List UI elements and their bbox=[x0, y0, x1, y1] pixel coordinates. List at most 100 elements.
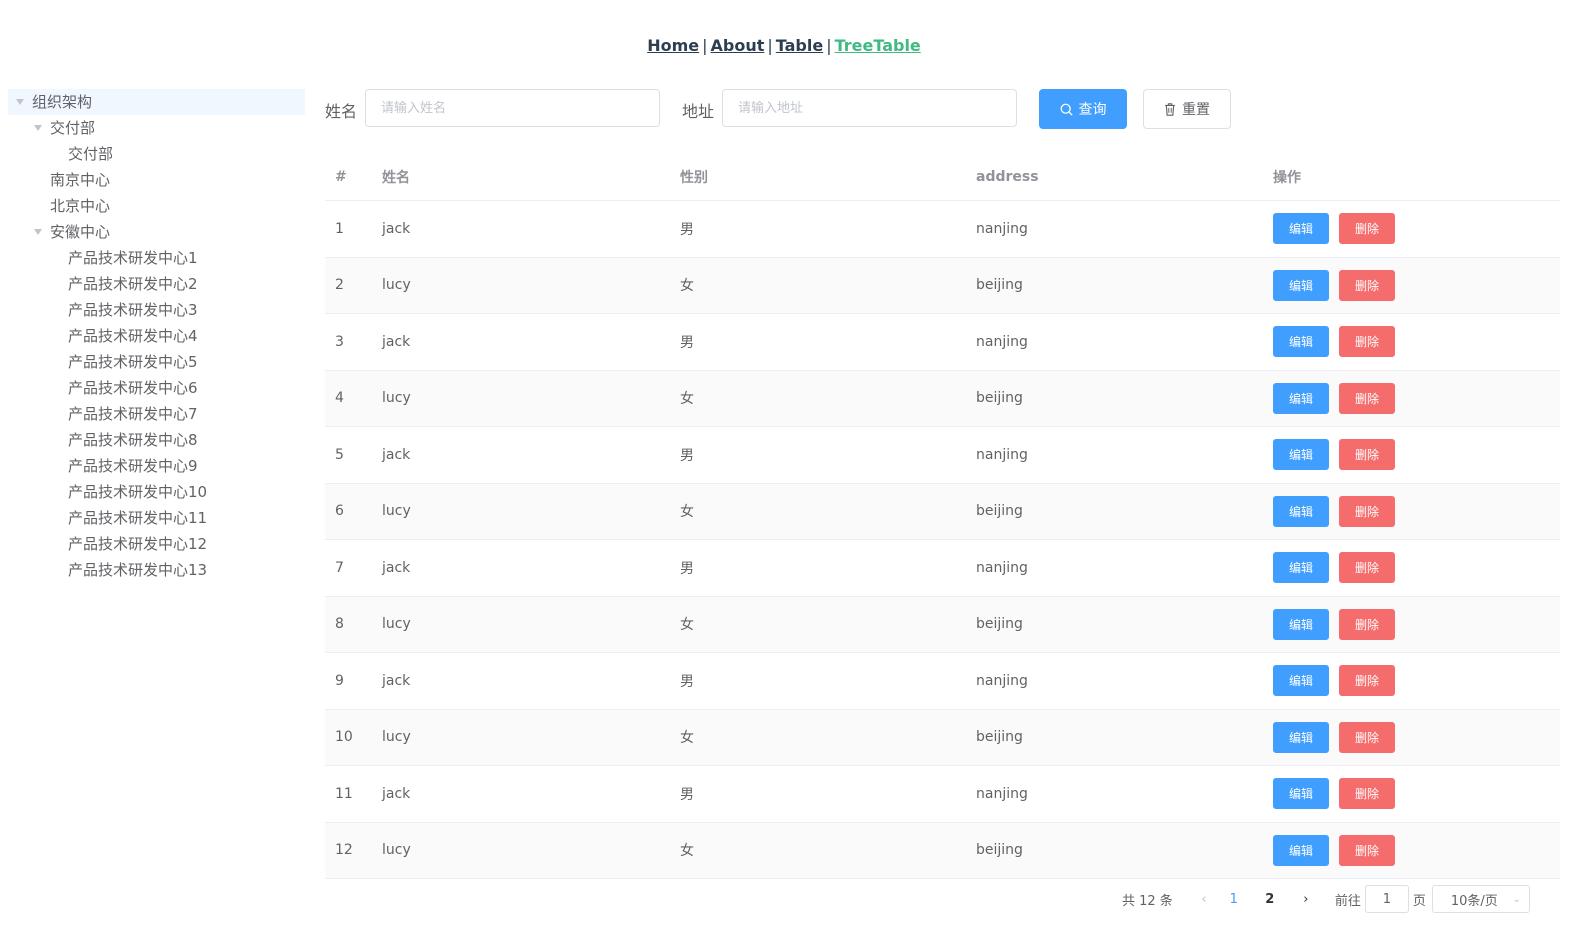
cell-gender: 女 bbox=[680, 617, 694, 634]
tree-node[interactable]: 产品技术研发中心8 bbox=[8, 427, 305, 453]
edit-button[interactable]: 编辑 bbox=[1273, 608, 1329, 640]
page-2[interactable]: 2 bbox=[1255, 892, 1285, 907]
edit-button[interactable]: 编辑 bbox=[1273, 269, 1329, 301]
cell-index: 10 bbox=[335, 729, 353, 746]
nav-link-treetable[interactable]: TreeTable bbox=[835, 36, 921, 55]
tree-node[interactable]: 产品技术研发中心7 bbox=[8, 401, 305, 427]
delete-button[interactable]: 删除 bbox=[1339, 834, 1395, 866]
tree-node[interactable]: 产品技术研发中心11 bbox=[8, 505, 305, 531]
prev-page-icon[interactable]: ‹ bbox=[1189, 892, 1219, 907]
page-size-select[interactable]: 10条/页 ⌄ bbox=[1431, 885, 1530, 913]
delete-button[interactable]: 删除 bbox=[1339, 721, 1395, 753]
header-name: 姓名 bbox=[382, 169, 410, 186]
tree-node[interactable]: 产品技术研发中心1 bbox=[8, 245, 305, 271]
cell-gender: 男 bbox=[680, 447, 694, 464]
tree-node[interactable]: 产品技术研发中心3 bbox=[8, 297, 305, 323]
delete-button[interactable]: 删除 bbox=[1339, 495, 1395, 527]
tree-node-label: 产品技术研发中心10 bbox=[68, 483, 208, 501]
cell-index: 8 bbox=[335, 616, 344, 633]
delete-button[interactable]: 删除 bbox=[1339, 552, 1395, 584]
header-actions: 操作 bbox=[1273, 169, 1301, 186]
delete-button[interactable]: 删除 bbox=[1339, 326, 1395, 358]
tree-node-label: 产品技术研发中心1 bbox=[68, 249, 198, 267]
table-row: 10 lucy 女 beijing 编辑 删除 bbox=[325, 709, 1560, 766]
nav-link-table[interactable]: Table bbox=[776, 36, 823, 55]
cell-address: beijing bbox=[976, 616, 1023, 633]
page-1[interactable]: 1 bbox=[1219, 892, 1249, 907]
cell-index: 5 bbox=[335, 446, 344, 463]
edit-button[interactable]: 编辑 bbox=[1273, 665, 1329, 697]
edit-button[interactable]: 编辑 bbox=[1273, 552, 1329, 584]
nav-separator: | bbox=[702, 36, 708, 55]
cell-gender: 男 bbox=[680, 334, 694, 351]
cell-index: 11 bbox=[335, 785, 353, 802]
cell-address: nanjing bbox=[976, 785, 1028, 802]
org-tree: 组织架构 交付部 交付部 南京中心 北京中心 安徽中心 产品技术研发中心1 产品技术研发中心… bbox=[8, 89, 305, 583]
edit-button[interactable]: 编辑 bbox=[1273, 326, 1329, 358]
cell-gender: 男 bbox=[680, 673, 694, 690]
cell-name: lucy bbox=[382, 616, 411, 633]
query-button[interactable]: 查询 bbox=[1039, 89, 1127, 129]
delete-button[interactable]: 删除 bbox=[1339, 439, 1395, 471]
tree-node-label: 产品技术研发中心7 bbox=[68, 405, 198, 423]
edit-button[interactable]: 编辑 bbox=[1273, 382, 1329, 414]
tree-node-label: 交付部 bbox=[68, 145, 114, 163]
nav-separator: | bbox=[826, 36, 832, 55]
nav-link-home[interactable]: Home bbox=[647, 36, 699, 55]
edit-button[interactable]: 编辑 bbox=[1273, 834, 1329, 866]
tree-node[interactable]: 产品技术研发中心13 bbox=[8, 557, 305, 583]
cell-gender: 女 bbox=[680, 504, 694, 521]
cell-actions: 编辑 删除 bbox=[1273, 213, 1560, 245]
cell-actions: 编辑 删除 bbox=[1273, 382, 1560, 414]
delete-button[interactable]: 删除 bbox=[1339, 778, 1395, 810]
tree-node[interactable]: 产品技术研发中心5 bbox=[8, 349, 305, 375]
cell-name: jack bbox=[382, 220, 411, 237]
cell-index: 3 bbox=[335, 333, 344, 350]
tree-node[interactable]: 产品技术研发中心10 bbox=[8, 479, 305, 505]
cell-address: beijing bbox=[976, 277, 1023, 294]
delete-button[interactable]: 删除 bbox=[1339, 213, 1395, 245]
delete-button[interactable]: 删除 bbox=[1339, 608, 1395, 640]
cell-actions: 编辑 删除 bbox=[1273, 834, 1560, 866]
tree-node-root[interactable]: 组织架构 bbox=[8, 89, 305, 115]
next-page-icon[interactable]: › bbox=[1291, 892, 1321, 907]
tree-node[interactable]: 交付部 bbox=[8, 141, 305, 167]
cell-actions: 编辑 删除 bbox=[1273, 721, 1560, 753]
delete-button[interactable]: 删除 bbox=[1339, 665, 1395, 697]
cell-index: 2 bbox=[335, 277, 344, 294]
tree-node[interactable]: 产品技术研发中心6 bbox=[8, 375, 305, 401]
delete-button[interactable]: 删除 bbox=[1339, 269, 1395, 301]
page-unit-label: 页 bbox=[1412, 893, 1426, 909]
nav-link-about[interactable]: About bbox=[711, 36, 765, 55]
tree-node[interactable]: 安徽中心 bbox=[8, 219, 305, 245]
goto-page-input[interactable] bbox=[1364, 885, 1409, 913]
tree-node-label: 组织架构 bbox=[32, 93, 93, 111]
edit-button[interactable]: 编辑 bbox=[1273, 778, 1329, 810]
cell-name: jack bbox=[382, 333, 411, 350]
tree-node[interactable]: 交付部 bbox=[8, 115, 305, 141]
reset-button[interactable]: 重置 bbox=[1143, 89, 1231, 129]
tree-node[interactable]: 产品技术研发中心4 bbox=[8, 323, 305, 349]
tree-node[interactable]: 北京中心 bbox=[8, 193, 305, 219]
caret-down-icon[interactable] bbox=[34, 229, 42, 235]
cell-name: lucy bbox=[382, 729, 411, 746]
edit-button[interactable]: 编辑 bbox=[1273, 495, 1329, 527]
edit-button[interactable]: 编辑 bbox=[1273, 721, 1329, 753]
caret-down-icon[interactable] bbox=[16, 99, 24, 105]
edit-button[interactable]: 编辑 bbox=[1273, 213, 1329, 245]
caret-down-icon[interactable] bbox=[34, 125, 42, 131]
delete-button[interactable]: 删除 bbox=[1339, 382, 1395, 414]
top-nav: Home | About | Table | TreeTable bbox=[0, 36, 1568, 55]
tree-node[interactable]: 产品技术研发中心12 bbox=[8, 531, 305, 557]
pagination: 共 12 条 ‹ 1 2 › 前往 页 10条/页 ⌄ bbox=[1122, 885, 1530, 913]
cell-name: jack bbox=[382, 672, 411, 689]
tree-node[interactable]: 南京中心 bbox=[8, 167, 305, 193]
tree-node[interactable]: 产品技术研发中心9 bbox=[8, 453, 305, 479]
table-row: 4 lucy 女 beijing 编辑 删除 bbox=[325, 370, 1560, 427]
name-input[interactable] bbox=[365, 89, 660, 127]
cell-address: beijing bbox=[976, 390, 1023, 407]
address-input[interactable] bbox=[722, 89, 1017, 127]
cell-index: 9 bbox=[335, 672, 344, 689]
tree-node[interactable]: 产品技术研发中心2 bbox=[8, 271, 305, 297]
edit-button[interactable]: 编辑 bbox=[1273, 439, 1329, 471]
